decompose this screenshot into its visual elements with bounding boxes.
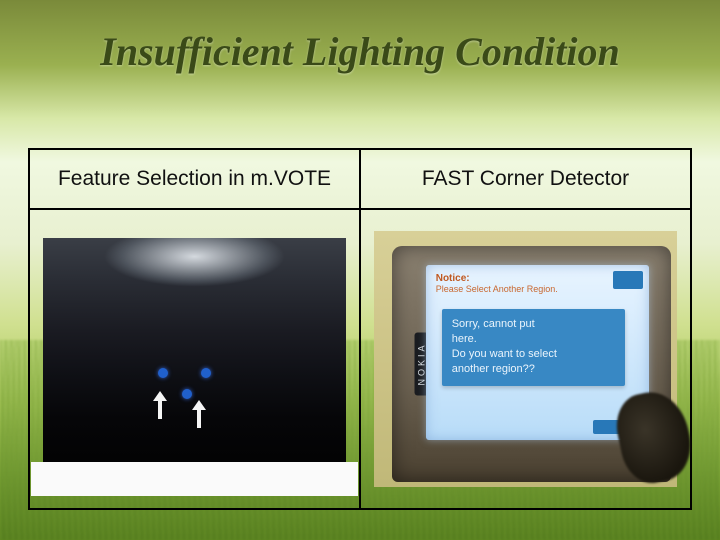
- feature-dot: [158, 368, 168, 378]
- dialog-line: Do you want to select: [452, 347, 615, 362]
- slide-title: Insufficient Lighting Condition: [0, 28, 720, 75]
- notice-subtitle: Please Select Another Region.: [436, 284, 609, 294]
- dialog-line: Sorry, cannot put: [452, 317, 615, 332]
- arrow-up-icon: [155, 391, 165, 419]
- table-header-row: Feature Selection in m.VOTE FAST Corner …: [30, 150, 690, 210]
- feature-dot: [182, 389, 192, 399]
- phone-screen: Notice: Please Select Another Region. So…: [426, 265, 649, 439]
- cell-right: NOKIA Notice: Please Select Another Regi…: [359, 210, 690, 508]
- column-header-left-label: Feature Selection in m.VOTE: [58, 167, 331, 191]
- image-bottom-strip: [31, 462, 358, 496]
- column-header-right: FAST Corner Detector: [359, 150, 690, 208]
- column-header-left: Feature Selection in m.VOTE: [30, 150, 359, 208]
- status-box-icon: [613, 271, 643, 289]
- dialog-box: Sorry, cannot put here. Do you want to s…: [442, 309, 625, 386]
- comparison-table: Feature Selection in m.VOTE FAST Corner …: [28, 148, 692, 510]
- dialog-line: another region??: [452, 362, 615, 377]
- phone-photo: NOKIA Notice: Please Select Another Regi…: [374, 231, 677, 487]
- feature-dot: [201, 368, 211, 378]
- arrow-up-icon: [194, 400, 204, 428]
- table-body-row: NOKIA Notice: Please Select Another Regi…: [30, 210, 690, 508]
- dialog-line: here.: [452, 332, 615, 347]
- notice-block: Notice: Please Select Another Region.: [436, 273, 609, 294]
- dark-scene-image: [43, 238, 346, 470]
- cell-left: [30, 210, 359, 508]
- notice-title: Notice:: [436, 273, 609, 284]
- column-header-right-label: FAST Corner Detector: [422, 167, 629, 191]
